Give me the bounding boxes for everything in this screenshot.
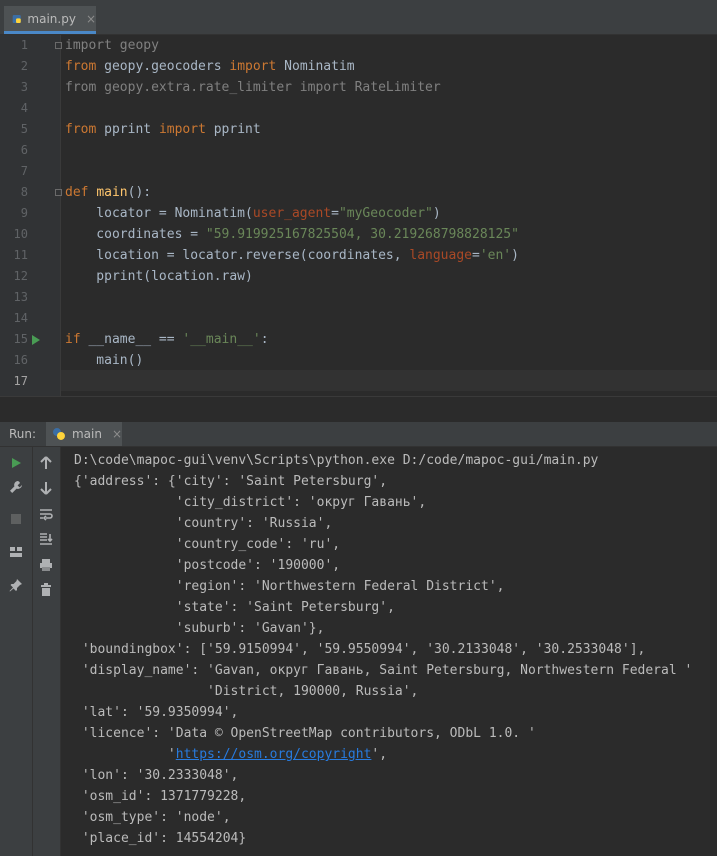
close-tab-icon[interactable]: × — [86, 12, 96, 26]
console-line: 'District, 190000, Russia', — [74, 684, 419, 699]
line-number: 1 — [20, 38, 28, 52]
console-line: 'osm_id': 1371779228, — [74, 789, 247, 804]
stop-icon[interactable] — [6, 509, 26, 529]
pin-icon[interactable] — [6, 575, 26, 595]
python-run-icon — [52, 428, 65, 440]
console-line: 'osm_type': 'node', — [74, 810, 231, 825]
code-line[interactable]: 7 — [0, 161, 717, 182]
run-toolbar-primary — [0, 447, 33, 856]
code-line[interactable]: 1 import geopy — [0, 35, 717, 56]
line-number: 17 — [13, 374, 28, 388]
console-line: 'region': 'Northwestern Federal District… — [74, 579, 505, 594]
line-number: 5 — [20, 122, 28, 136]
run-tab-label: main — [71, 427, 102, 441]
print-icon[interactable] — [36, 555, 56, 575]
line-number: 10 — [13, 227, 28, 241]
code-editor[interactable]: 1 import geopy 2 from geopy.geocoders impor… — [0, 35, 717, 396]
console-line: 'boundingbox': ['59.9150994', '59.955099… — [74, 642, 646, 657]
line-number: 3 — [20, 80, 28, 94]
editor-bottom-area — [0, 396, 717, 423]
scroll-to-end-icon[interactable] — [36, 529, 56, 549]
code-line[interactable]: 3 from geopy.extra.rate_limiter import Ra… — [0, 77, 717, 98]
code-text: from geopy.geocoders import Nominatim — [65, 59, 355, 74]
code-line[interactable]: 16 main() — [0, 350, 717, 371]
console-line: 'https://osm.org/copyright', — [74, 747, 388, 762]
console-line: 'city_district': 'округ Гавань', — [74, 495, 427, 510]
console-line: 'lat': '59.9350994', — [74, 705, 239, 720]
run-tool-window-header: Run: main × — [0, 422, 717, 447]
fold-marker-icon[interactable] — [55, 42, 62, 49]
console-line: 'state': 'Saint Petersburg', — [74, 600, 395, 615]
editor-tab-bar: main.py × — [0, 6, 717, 35]
code-line[interactable]: 17 — [0, 371, 717, 392]
line-number: 13 — [13, 290, 28, 304]
editor-tab-main-py[interactable]: main.py × — [4, 6, 96, 34]
console-line: 'licence': 'Data © OpenStreetMap contrib… — [74, 726, 536, 741]
code-text: locator = Nominatim(user_agent="myGeocod… — [65, 206, 441, 221]
console-line: 'country_code': 'ru', — [74, 537, 341, 552]
line-number: 9 — [20, 206, 28, 220]
close-run-tab-icon[interactable]: × — [112, 427, 122, 441]
code-text: main() — [65, 353, 144, 368]
code-line[interactable]: 10 coordinates = "59.919925167825504, 30… — [0, 224, 717, 245]
code-line[interactable]: 9 locator = Nominatim(user_agent="myGeoc… — [0, 203, 717, 224]
python-file-icon — [12, 14, 21, 23]
console-line: 'postcode': '190000', — [74, 558, 341, 573]
up-arrow-icon[interactable] — [36, 453, 56, 473]
code-line[interactable]: 5 from pprint import pprint — [0, 119, 717, 140]
soft-wrap-icon[interactable] — [36, 504, 56, 524]
run-tab-main[interactable]: main × — [46, 422, 122, 446]
run-gutter-icon[interactable] — [32, 335, 40, 345]
line-number: 2 — [20, 59, 28, 73]
line-number: 16 — [13, 353, 28, 367]
code-text: pprint(location.raw) — [65, 269, 253, 284]
code-line[interactable]: 13 — [0, 287, 717, 308]
licence-link-suffix: ', — [371, 747, 388, 762]
line-number: 8 — [20, 185, 28, 199]
code-text: coordinates = "59.919925167825504, 30.21… — [65, 227, 519, 242]
code-line[interactable]: 12 pprint(location.raw) — [0, 266, 717, 287]
console-line: {'address': {'city': 'Saint Petersburg', — [74, 474, 388, 489]
run-console-output[interactable]: D:\code\mapoc-gui\venv\Scripts\python.ex… — [61, 447, 717, 856]
run-label: Run: — [9, 427, 37, 441]
console-line: D:\code\mapoc-gui\venv\Scripts\python.ex… — [74, 453, 599, 468]
run-toolbar-secondary — [33, 447, 61, 856]
down-arrow-icon[interactable] — [36, 478, 56, 498]
console-line: 'lon': '30.2333048', — [74, 768, 239, 783]
code-line[interactable]: 14 — [0, 308, 717, 329]
code-text: import geopy — [65, 38, 159, 53]
code-line[interactable]: 8 def main(): — [0, 182, 717, 203]
editor-tab-label: main.py — [27, 11, 76, 26]
console-line: 'display_name': 'Gavan, округ Гавань, Sa… — [74, 663, 693, 678]
run-icon[interactable] — [6, 453, 26, 473]
layout-icon[interactable] — [6, 542, 26, 562]
code-text: from geopy.extra.rate_limiter import Rat… — [65, 80, 441, 95]
console-line: 'place_id': 14554204} — [74, 831, 247, 846]
code-text: location = locator.reverse(coordinates, … — [65, 248, 519, 263]
line-number: 7 — [20, 164, 28, 178]
line-number: 11 — [13, 248, 28, 262]
line-number: 14 — [13, 311, 28, 325]
console-line: 'country': 'Russia', — [74, 516, 333, 531]
code-text: from pprint import pprint — [65, 122, 261, 137]
line-number: 12 — [13, 269, 28, 283]
code-text: if __name__ == '__main__': — [65, 332, 269, 347]
wrench-icon[interactable] — [6, 477, 26, 497]
code-line[interactable]: 2 from geopy.geocoders import Nominatim — [0, 56, 717, 77]
licence-link[interactable]: https://osm.org/copyright — [176, 747, 372, 762]
line-number: 4 — [20, 101, 28, 115]
console-line: 'suburb': 'Gavan'}, — [74, 621, 325, 636]
code-line[interactable]: 6 — [0, 140, 717, 161]
code-line[interactable]: 15 if __name__ == '__main__': — [0, 329, 717, 350]
code-text: def main(): — [65, 185, 152, 200]
fold-marker-icon[interactable] — [55, 189, 62, 196]
code-line[interactable]: 4 — [0, 98, 717, 119]
code-line[interactable]: 11 location = locator.reverse(coordinate… — [0, 245, 717, 266]
trash-icon[interactable] — [36, 580, 56, 600]
line-number: 6 — [20, 143, 28, 157]
line-number: 15 — [13, 332, 28, 346]
